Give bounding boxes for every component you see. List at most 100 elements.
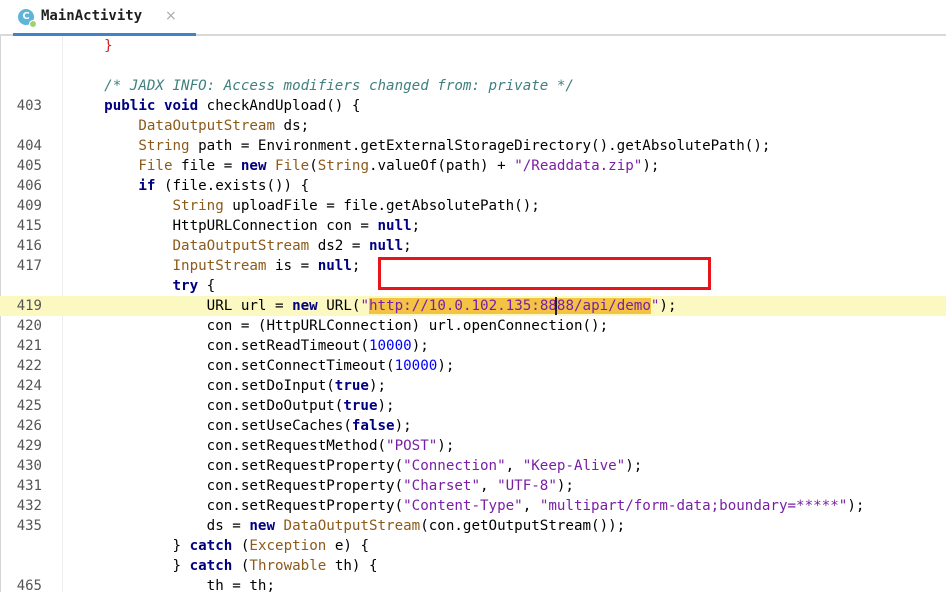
line-code: con.setDoInput(true); [70, 376, 386, 396]
line-code: public void checkAndUpload() { [70, 96, 360, 116]
line-number: 403 [16, 98, 42, 114]
code-token: catch [189, 558, 233, 574]
line-number: 421 [16, 338, 42, 354]
code-token: "multipart/form-data;boundary=*****" [539, 498, 848, 514]
code-line[interactable]: 465 th = th; [0, 576, 946, 596]
line-number: 465 [16, 578, 42, 594]
line-code: URL url = new URL("http://10.0.102.135:8… [70, 296, 677, 316]
line-code: HttpURLConnection con = null; [70, 216, 420, 236]
code-line-highlighted[interactable]: 419 URL url = new URL("http://10.0.102.1… [0, 296, 946, 316]
tab-mainactivity[interactable]: MainActivity × [13, 3, 196, 36]
code-token: public [104, 98, 156, 114]
line-number: 405 [16, 158, 42, 174]
code-token: ( [309, 158, 318, 174]
code-token: con.setRequestProperty( [70, 458, 404, 474]
code-line[interactable]: 435 ds = new DataOutputStream(con.getOut… [0, 516, 946, 536]
line-number: 422 [16, 358, 42, 374]
code-token: , [480, 478, 498, 494]
code-line[interactable]: try { [0, 276, 946, 296]
line-code: ds = new DataOutputStream(con.getOutputS… [70, 516, 626, 536]
code-line[interactable]: 420 con = (HttpURLConnection) url.openCo… [0, 316, 946, 336]
close-icon[interactable]: × [165, 8, 177, 24]
code-line[interactable]: 425 con.setDoOutput(true); [0, 396, 946, 416]
code-token: true [334, 378, 369, 394]
line-code: con.setRequestProperty("Charset", "UTF-8… [70, 476, 574, 496]
code-token: ); [411, 338, 429, 354]
code-line[interactable]: 432 con.setRequestProperty("Content-Type… [0, 496, 946, 516]
code-line[interactable]: 405 File file = new File(String.valueOf(… [0, 156, 946, 176]
code-token: "Connection" [403, 458, 506, 474]
code-line[interactable]: 422 con.setConnectTimeout(10000); [0, 356, 946, 376]
code-token: ); [847, 498, 865, 514]
code-line[interactable]: 406 if (file.exists()) { [0, 176, 946, 196]
code-line[interactable]: } catch (Exception e) { [0, 536, 946, 556]
code-token: con.setRequestMethod( [70, 438, 387, 454]
code-line[interactable]: 429 con.setRequestMethod("POST"); [0, 436, 946, 456]
code-token: null [377, 218, 412, 234]
code-token: Throwable [249, 558, 327, 574]
code-line[interactable]: } catch (Throwable th) { [0, 556, 946, 576]
code-token: , [505, 458, 523, 474]
code-token: ); [368, 378, 387, 394]
code-token: ); [437, 358, 455, 374]
code-token: true [343, 398, 378, 414]
code-token: { [198, 278, 216, 294]
code-token: e) { [326, 538, 369, 554]
code-token: URL( [317, 298, 361, 314]
code-line[interactable]: 430 con.setRequestProperty("Connection",… [0, 456, 946, 476]
code-line[interactable]: 416 DataOutputStream ds2 = null; [0, 236, 946, 256]
code-token: con.setDoOutput( [70, 398, 344, 414]
code-token: ds; [275, 118, 310, 134]
code-token: Exception [249, 538, 327, 554]
line-code: try { [70, 276, 216, 296]
tab-title: MainActivity [41, 8, 143, 24]
line-number: 409 [16, 198, 42, 214]
code-token: ; [351, 258, 361, 274]
code-token: th) { [326, 558, 378, 574]
code-line[interactable]: 421 con.setReadTimeout(10000); [0, 336, 946, 356]
code-token: ); [437, 438, 455, 454]
code-editor[interactable]: } /* JADX INFO: Access modifiers changed… [0, 36, 946, 594]
code-token: ); [625, 458, 643, 474]
code-token: "Content-Type" [403, 498, 523, 514]
line-number: 424 [16, 378, 42, 394]
line-code: if (file.exists()) { [70, 176, 309, 196]
code-line[interactable]: DataOutputStream ds; [0, 116, 946, 136]
line-code: con.setRequestProperty("Connection", "Ke… [70, 456, 643, 476]
code-line[interactable]: 431 con.setRequestProperty("Charset", "U… [0, 476, 946, 496]
code-line[interactable]: 424 con.setDoInput(true); [0, 376, 946, 396]
line-number: 429 [16, 438, 42, 454]
code-token: ds2 = [309, 238, 369, 254]
code-line[interactable]: /* JADX INFO: Access modifiers changed f… [0, 76, 946, 96]
code-line[interactable] [0, 56, 946, 76]
code-line[interactable]: 404 String path = Environment.getExterna… [0, 136, 946, 156]
code-token: } [104, 38, 113, 54]
code-token: ); [377, 398, 395, 414]
code-token: 10000 [394, 358, 438, 374]
line-number: 417 [16, 258, 42, 274]
line-code: con = (HttpURLConnection) url.openConnec… [70, 316, 608, 336]
code-token: ds = [70, 518, 250, 534]
code-line[interactable]: } [0, 36, 946, 56]
code-line[interactable]: 417 InputStream is = null; [0, 256, 946, 276]
code-token: con.setUseCaches( [70, 418, 352, 434]
code-token: (con.getOutputStream()); [420, 518, 626, 534]
code-line[interactable]: 415 HttpURLConnection con = null; [0, 216, 946, 236]
code-line[interactable]: 409 String uploadFile = file.getAbsolute… [0, 196, 946, 216]
line-code: th = th; [70, 576, 275, 596]
code-token: HttpURLConnection con = [70, 218, 378, 234]
code-token: .valueOf(path) + [369, 158, 515, 174]
line-number: 430 [16, 458, 42, 474]
code-line[interactable]: 426 con.setUseCaches(false); [0, 416, 946, 436]
code-line[interactable]: 403 public void checkAndUpload() { [0, 96, 946, 116]
line-code: DataOutputStream ds; [70, 116, 309, 136]
